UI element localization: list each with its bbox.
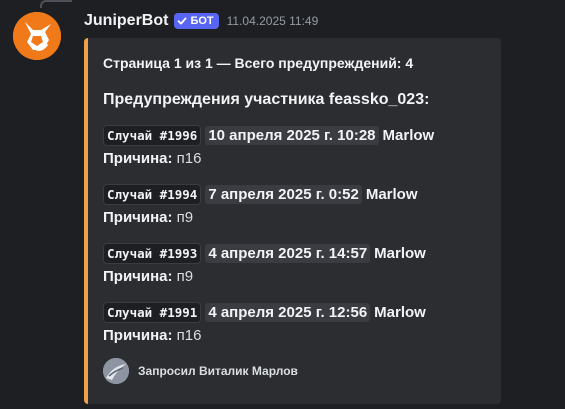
moderator-name: Marlow <box>374 244 426 262</box>
warning-date[interactable]: 10 апреля 2025 г. 10:28 <box>205 125 379 145</box>
message-header: JuniperBot БОТ 11.04.2025 11:49 <box>84 10 318 32</box>
bot-tag-label: БОТ <box>190 15 214 27</box>
warning-date[interactable]: 4 апреля 2025 г. 12:56 <box>205 302 371 322</box>
embed-footer: Запросил Виталик Марлов <box>103 358 298 384</box>
moderator-name: Marlow <box>382 126 435 144</box>
case-code: Случай #1994 <box>103 183 202 205</box>
reply-connector <box>40 0 72 8</box>
warning-entry: Случай #1996 10 апреля 2025 г. 10:28 Mar… <box>103 123 493 167</box>
username[interactable]: JuniperBot <box>84 12 168 30</box>
case-code: Случай #1996 <box>103 124 202 146</box>
fox-icon <box>13 12 61 60</box>
moderator-name: Marlow <box>365 185 418 203</box>
warning-entry: Случай #1993 4 апреля 2025 г. 14:57 Marl… <box>103 241 493 285</box>
bot-avatar[interactable] <box>13 12 61 60</box>
bot-tag: БОТ <box>174 13 219 29</box>
case-code: Случай #1993 <box>103 242 202 264</box>
timestamp[interactable]: 11.04.2025 11:49 <box>227 14 319 28</box>
reason-value: п16 <box>176 150 202 167</box>
moderator-name: Marlow <box>374 303 426 321</box>
bot-message: JuniperBot БОТ 11.04.2025 11:49 Страница… <box>0 0 565 409</box>
warning-date[interactable]: 7 апреля 2025 г. 0:52 <box>205 184 362 204</box>
footer-text: Запросил Виталик Марлов <box>138 364 298 378</box>
case-code: Случай #1991 <box>103 301 202 323</box>
reason-label: Причина: <box>103 268 173 285</box>
reason-label: Причина: <box>103 327 173 344</box>
warning-entry: Случай #1991 4 апреля 2025 г. 12:56 Marl… <box>103 300 493 344</box>
embed-author: Страница 1 из 1 — Всего предупреждений: … <box>103 55 414 71</box>
reason-label: Причина: <box>103 209 173 226</box>
reason-value: п9 <box>176 209 194 226</box>
warning-entry: Случай #1994 7 апреля 2025 г. 0:52 Marlo… <box>103 182 493 226</box>
warnings-embed: Страница 1 из 1 — Всего предупреждений: … <box>84 38 501 404</box>
reason-value: п9 <box>176 268 194 285</box>
checkmark-icon <box>178 17 187 25</box>
reason-label: Причина: <box>103 150 173 167</box>
embed-title: Предупреждения участника feassko_023: <box>103 91 430 108</box>
reason-value: п16 <box>176 327 202 344</box>
requester-avatar-icon <box>103 358 129 384</box>
warning-date[interactable]: 4 апреля 2025 г. 14:57 <box>205 243 371 263</box>
